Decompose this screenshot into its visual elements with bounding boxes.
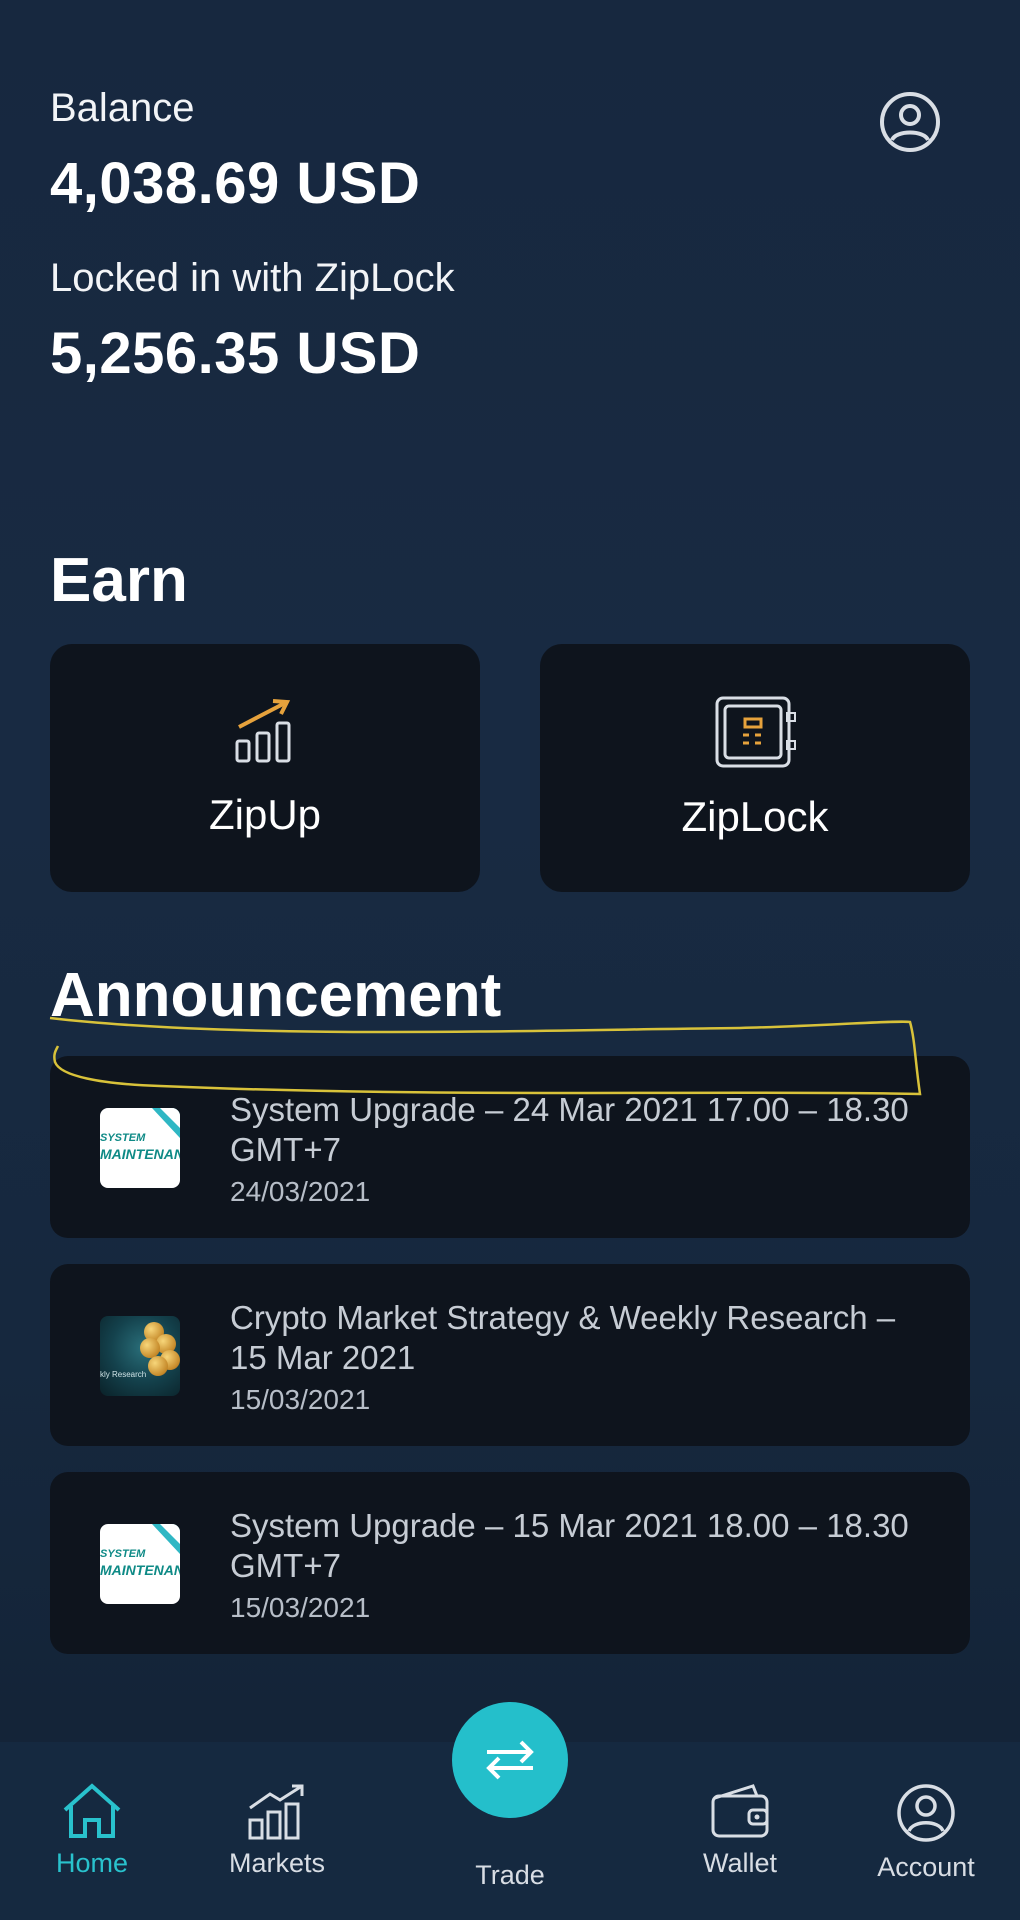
nav-markets[interactable]: Markets: [197, 1782, 357, 1879]
swap-arrows-icon: [486, 1740, 534, 1780]
markets-icon: [248, 1784, 304, 1840]
announcement-title: System Upgrade – 15 Mar 2021 18.00 – 18.…: [230, 1507, 909, 1584]
thumb-line1: SYSTEM: [100, 1548, 146, 1560]
ziplock-card[interactable]: ZipLock: [540, 644, 970, 892]
nav-wallet-label: Wallet: [702, 1848, 777, 1878]
thumb-line2: MAINTENANCE: [100, 1562, 180, 1578]
announcement-title: Crypto Market Strategy & Weekly Research…: [230, 1299, 896, 1376]
zipup-card[interactable]: ZipUp: [50, 644, 480, 892]
crypto-research-thumbnail: kly Research: [100, 1316, 180, 1396]
announcement-date: 15/03/2021: [230, 1384, 371, 1415]
nav-home-label: Home: [55, 1848, 129, 1878]
announcement-item[interactable]: SYSTEM MAINTENANCE System Upgrade – 24 M…: [50, 1056, 970, 1238]
nav-wallet[interactable]: Wallet: [660, 1782, 820, 1879]
maintenance-thumbnail: SYSTEM MAINTENANCE: [100, 1524, 180, 1604]
balance-label: Balance: [50, 86, 195, 130]
nav-markets-label: Markets: [228, 1848, 326, 1878]
announcement-heading: Announcement: [50, 961, 502, 1030]
nav-account[interactable]: Account: [846, 1782, 1006, 1883]
nav-account-label: Account: [877, 1852, 975, 1882]
home-screen: Balance 4,038.69 USD Locked in with ZipL…: [0, 0, 1020, 1920]
locked-label: Locked in with ZipLock: [50, 256, 455, 300]
nav-home[interactable]: Home: [12, 1782, 172, 1879]
announcement-title: System Upgrade – 24 Mar 2021 17.00 – 18.…: [230, 1091, 909, 1168]
home-icon: [63, 1783, 121, 1838]
trade-button[interactable]: [452, 1702, 568, 1818]
balance-value: 4,038.69 USD: [50, 151, 421, 216]
thumb-line1: SYSTEM: [100, 1132, 146, 1144]
profile-icon[interactable]: [878, 90, 942, 154]
earn-heading: Earn: [50, 546, 188, 615]
announcement-item[interactable]: SYSTEM MAINTENANCE System Upgrade – 15 M…: [50, 1472, 970, 1654]
nav-trade-label: Trade: [475, 1860, 545, 1890]
account-icon: [897, 1784, 955, 1842]
announcement-date: 24/03/2021: [230, 1176, 371, 1207]
ziplock-label: ZipLock: [681, 793, 829, 840]
maintenance-thumbnail: SYSTEM MAINTENANCE: [100, 1108, 180, 1188]
thumb-caption: kly Research: [100, 1370, 147, 1379]
safe-icon: [715, 696, 796, 768]
announcement-item[interactable]: kly Research Crypto Market Strategy & We…: [50, 1264, 970, 1446]
wallet-icon: [711, 1784, 769, 1838]
zipup-label: ZipUp: [208, 791, 322, 838]
announcement-date: 15/03/2021: [230, 1592, 371, 1623]
thumb-line2: MAINTENANCE: [100, 1146, 180, 1162]
chart-growth-icon: [235, 699, 291, 763]
locked-value: 5,256.35 USD: [50, 321, 421, 386]
